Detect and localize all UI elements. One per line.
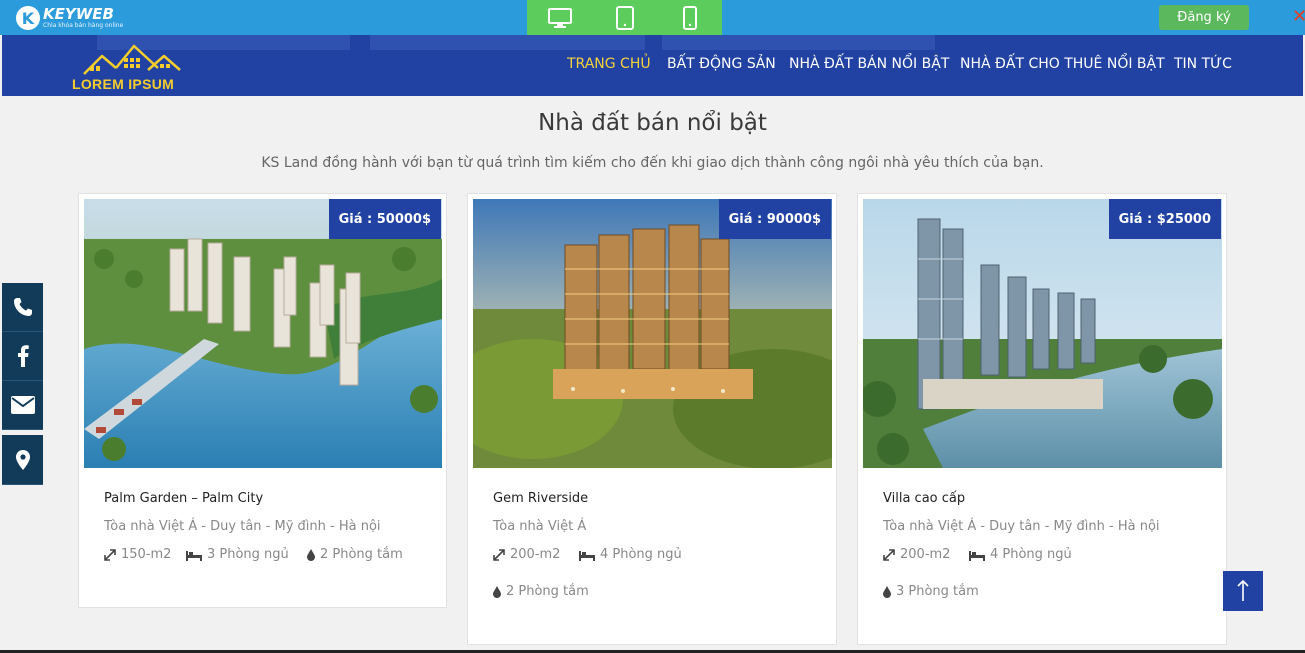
arrow-up-icon <box>1237 580 1249 601</box>
price-badge: Giá : 90000$ <box>718 199 831 239</box>
area-value: 150-m2 <box>121 547 172 562</box>
section-subtitle: KS Land đồng hành với bạn từ quá trình t… <box>261 155 1044 171</box>
price-badge: Giá : 50000$ <box>328 199 441 239</box>
phone-icon[interactable] <box>2 283 43 332</box>
bathroom-value: 2 Phòng tắm <box>320 547 403 562</box>
email-icon[interactable] <box>2 381 43 430</box>
header-overlay-strip <box>370 35 645 50</box>
price-badge: Giá : $25000 <box>1108 199 1221 239</box>
nav-home[interactable]: TRANG CHỦ <box>567 56 651 72</box>
section-title: Nhà đất bán nổi bật <box>538 110 767 136</box>
nav-featured-rent[interactable]: NHÀ ĐẤT CHO THUÊ NỔI BẬT <box>960 56 1165 72</box>
listing-address: Tòa nhà Việt Á - Duy tân - Mỹ đình - Hà … <box>104 519 381 534</box>
listing-address: Tòa nhà Việt Á - Duy tân - Mỹ đình - Hà … <box>883 519 1160 534</box>
water-drop-icon <box>883 585 891 598</box>
expand-icon <box>883 548 895 561</box>
bed-icon <box>579 550 595 561</box>
keyweb-logo[interactable]: K KEYWEB Chìa khóa bán hàng online <box>16 4 123 32</box>
bedroom-info: 4 Phòng ngủ <box>969 547 1072 562</box>
header-overlay-strip <box>662 35 935 50</box>
back-to-top-button[interactable] <box>1223 571 1263 611</box>
tablet-icon[interactable] <box>592 0 657 35</box>
listing-title[interactable]: Gem Riverside <box>493 491 588 506</box>
keyweb-mark: K <box>16 6 40 30</box>
water-drop-icon <box>307 548 315 561</box>
nav-featured-sale[interactable]: NHÀ ĐẤT BÁN NỔI BẬT <box>789 56 949 72</box>
expand-icon <box>104 548 116 561</box>
area-info: 150-m2 <box>104 547 171 562</box>
listing-title[interactable]: Villa cao cấp <box>883 491 965 506</box>
listing-card[interactable]: Giá : 90000$ Gem Riverside Tòa nhà Việt … <box>467 193 837 645</box>
bedroom-info: 4 Phòng ngủ <box>579 547 682 562</box>
bedroom-value: 4 Phòng ngủ <box>990 547 1072 562</box>
listing-title[interactable]: Palm Garden – Palm City <box>104 491 263 506</box>
bedroom-value: 4 Phòng ngủ <box>600 547 682 562</box>
nav-real-estate[interactable]: BẤT ĐỘNG SẢN <box>667 56 776 72</box>
bed-icon <box>186 550 202 561</box>
site-header: LOREM IPSUM TRANG CHỦ BẤT ĐỘNG SẢN NHÀ Đ… <box>2 35 1303 96</box>
listing-image[interactable] <box>84 199 442 468</box>
listing-address: Tòa nhà Việt Á <box>493 519 587 534</box>
facebook-icon[interactable] <box>2 332 43 381</box>
listing-image[interactable] <box>863 199 1222 468</box>
area-value: 200-m2 <box>900 547 951 562</box>
register-button[interactable]: Đăng ký <box>1159 5 1249 30</box>
keyweb-tagline: Chìa khóa bán hàng online <box>43 21 124 29</box>
mobile-icon[interactable] <box>657 0 722 35</box>
area-info: 200-m2 <box>883 547 950 562</box>
listing-image[interactable] <box>473 199 832 468</box>
keyweb-name: KEYWEB <box>43 4 114 23</box>
bed-icon <box>969 550 985 561</box>
bathroom-value: 3 Phòng tắm <box>896 584 979 599</box>
water-drop-icon <box>493 585 501 598</box>
bathroom-info: 3 Phòng tắm <box>883 584 979 599</box>
bathroom-info: 2 Phòng tắm <box>493 584 589 599</box>
close-icon[interactable]: ✕ <box>1292 6 1305 27</box>
listing-card[interactable]: Giá : 50000$ Palm Garden – Palm City Tòa… <box>78 193 447 608</box>
expand-icon <box>493 548 505 561</box>
listing-card[interactable]: Giá : $25000 Villa cao cấp Tòa nhà Việt … <box>857 193 1227 645</box>
logo-text: LOREM IPSUM <box>72 76 175 92</box>
area-info: 200-m2 <box>493 547 560 562</box>
area-value: 200-m2 <box>510 547 561 562</box>
bathroom-value: 2 Phòng tắm <box>506 584 589 599</box>
desktop-icon[interactable] <box>527 0 592 35</box>
device-switcher <box>527 0 722 35</box>
builder-toolbar: K KEYWEB Chìa khóa bán hàng online Đăng … <box>0 0 1305 35</box>
bedroom-value: 3 Phòng ngủ <box>207 547 289 562</box>
bedroom-info: 3 Phòng ngủ <box>186 547 289 562</box>
bathroom-info: 2 Phòng tắm <box>307 547 403 562</box>
map-marker-icon[interactable] <box>2 435 43 485</box>
nav-news[interactable]: TIN TỨC <box>1174 56 1232 72</box>
